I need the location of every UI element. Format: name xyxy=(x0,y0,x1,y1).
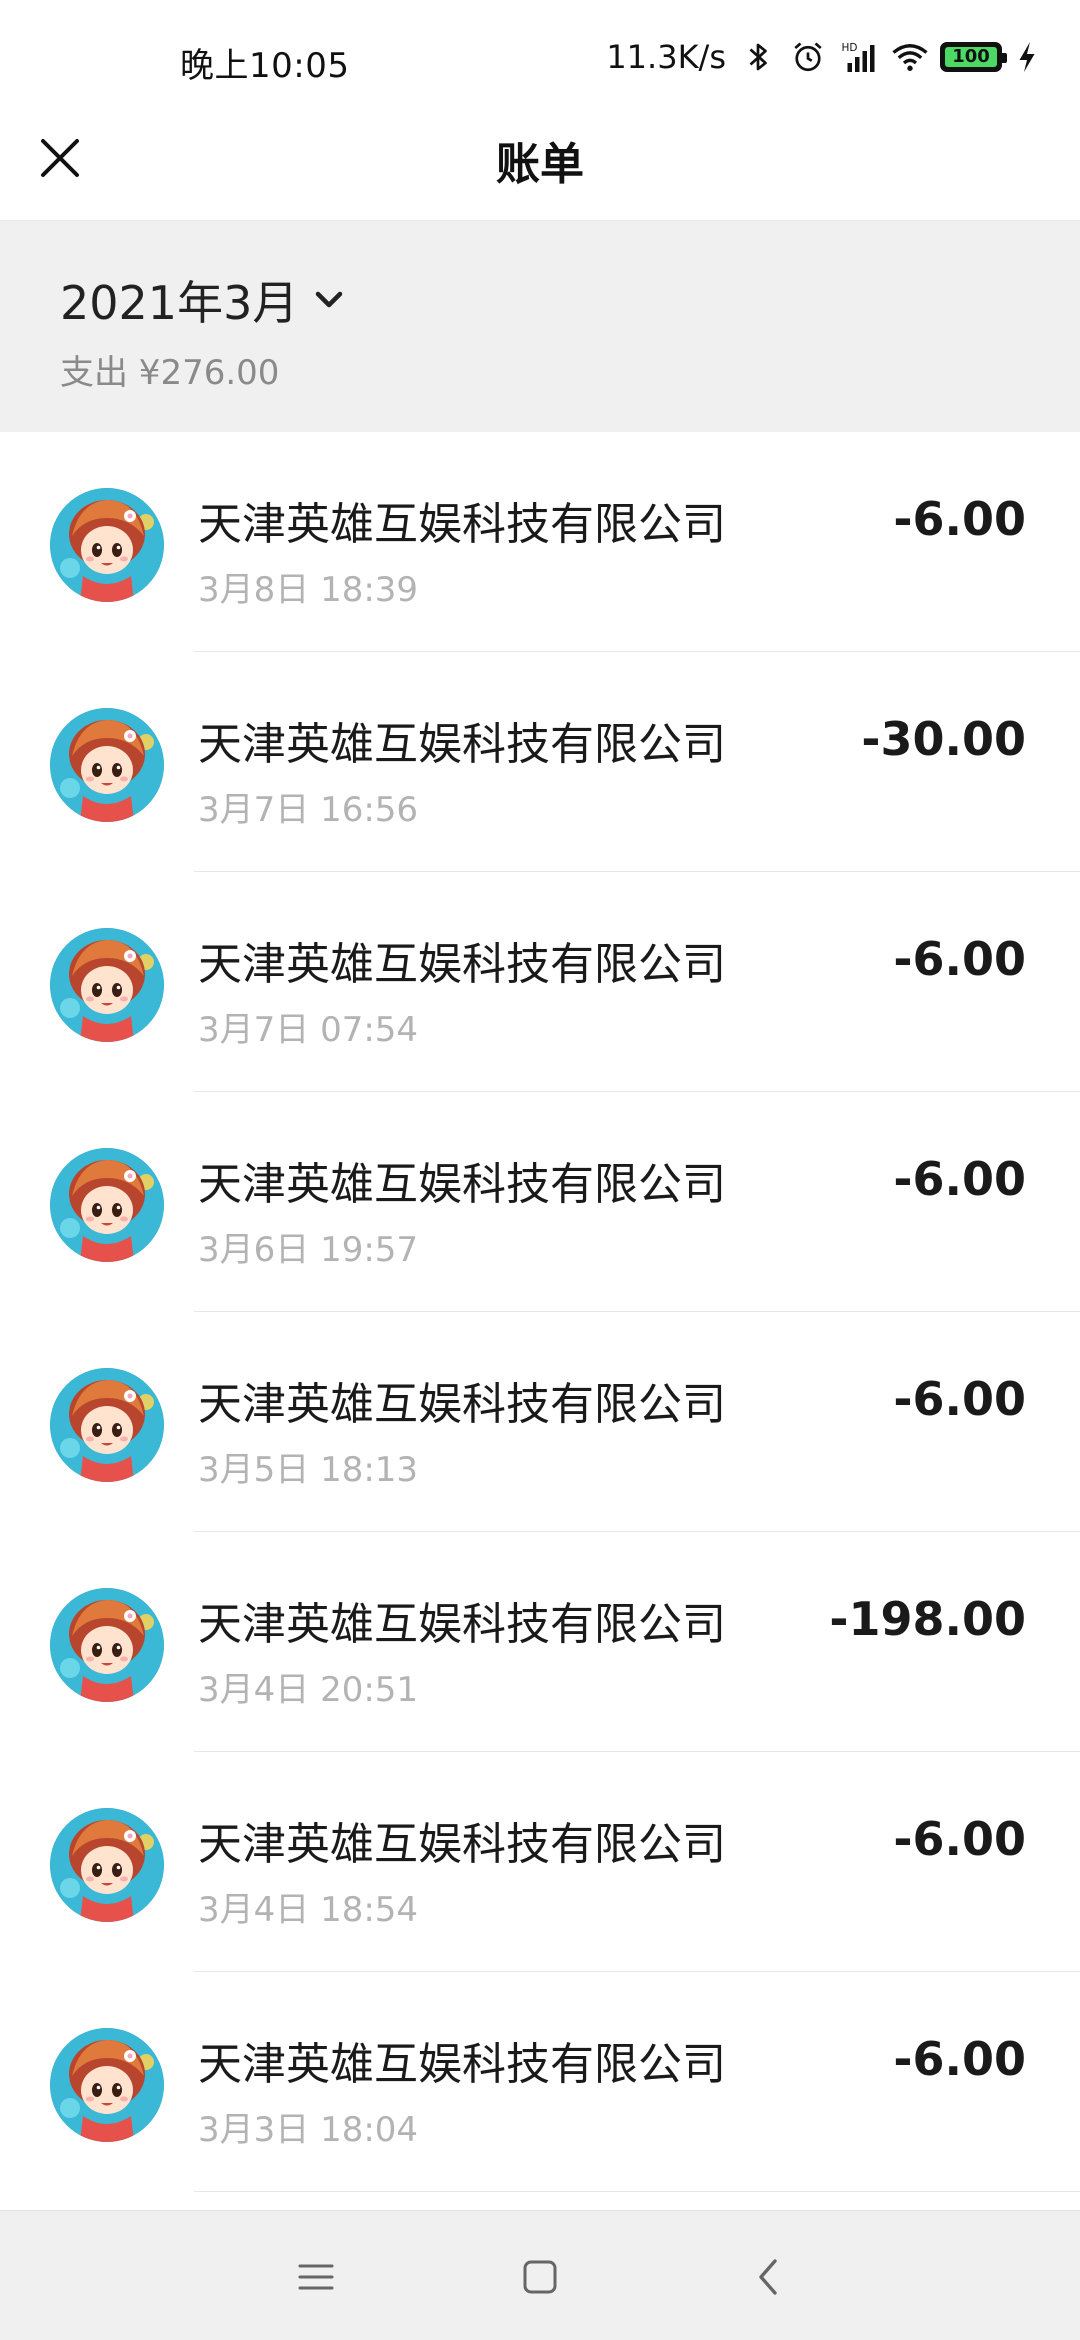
back-icon xyxy=(759,2259,777,2295)
bill-time: 3月4日 20:51 xyxy=(198,1670,419,1710)
bill-time: 3月5日 18:13 xyxy=(198,1450,419,1490)
net-speed: 11.3K/s xyxy=(606,38,726,76)
menu-icon xyxy=(298,2264,334,2290)
merchant-avatar xyxy=(50,708,164,822)
merchant-name: 天津英雄互娱科技有限公司 xyxy=(198,499,726,550)
signal-hd-icon: HD xyxy=(840,39,876,75)
status-time: 晚上10:05 xyxy=(180,46,350,86)
bill-row[interactable]: 天津英雄互娱科技有限公司 3月6日 19:57 -6.00 xyxy=(0,1092,1080,1312)
month-selector[interactable]: 2021年3月 xyxy=(60,267,346,333)
bill-amount: -6.00 xyxy=(893,2032,1026,2086)
month-expense: 支出 ¥276.00 xyxy=(60,353,280,393)
merchant-avatar xyxy=(50,928,164,1042)
month-header: 2021年3月 支出 ¥276.00 xyxy=(0,221,1080,432)
bill-amount: -30.00 xyxy=(861,712,1026,766)
merchant-name: 天津英雄互娱科技有限公司 xyxy=(198,939,726,990)
merchant-avatar xyxy=(50,2028,164,2142)
screen: 晚上10:05 11.3K/s HD 100 账单 2021年3月 支出 ¥27… xyxy=(0,0,1080,2340)
merchant-avatar xyxy=(50,1588,164,1702)
bill-time: 3月7日 16:56 xyxy=(198,790,419,830)
bill-row[interactable]: 天津英雄互娱科技有限公司 3月7日 16:56 -30.00 xyxy=(0,652,1080,872)
bill-row[interactable]: 天津英雄互娱科技有限公司 3月4日 20:51 -198.00 xyxy=(0,1532,1080,1752)
merchant-avatar xyxy=(50,488,164,602)
status-icons: 11.3K/s HD 100 xyxy=(606,34,1038,80)
home-icon xyxy=(523,2260,557,2294)
bill-amount: -6.00 xyxy=(893,1372,1026,1426)
bill-amount: -6.00 xyxy=(893,1812,1026,1866)
battery-level: 100 xyxy=(945,47,997,67)
bill-row[interactable]: 天津英雄互娱科技有限公司 3月7日 07:54 -6.00 xyxy=(0,872,1080,1092)
merchant-name: 天津英雄互娱科技有限公司 xyxy=(198,719,726,770)
bill-time: 3月7日 07:54 xyxy=(198,1010,419,1050)
bill-row[interactable]: 天津英雄互娱科技有限公司 3月3日 18:04 -6.00 xyxy=(0,1972,1080,2192)
charging-icon xyxy=(1016,39,1038,75)
month-label: 2021年3月 xyxy=(60,276,299,330)
bill-row[interactable]: 天津英雄互娱科技有限公司 3月5日 18:13 -6.00 xyxy=(0,1312,1080,1532)
home-button[interactable] xyxy=(510,2247,570,2307)
merchant-name: 天津英雄互娱科技有限公司 xyxy=(198,1379,726,1430)
row-divider xyxy=(194,2191,1080,2192)
bill-time: 3月3日 18:04 xyxy=(198,2110,419,2150)
bluetooth-icon xyxy=(740,39,776,75)
merchant-avatar xyxy=(50,1368,164,1482)
bill-row[interactable]: 天津英雄互娱科技有限公司 3月4日 18:54 -6.00 xyxy=(0,1752,1080,1972)
navigation-bar xyxy=(0,2210,1080,2340)
svg-text:HD: HD xyxy=(842,42,858,54)
back-button[interactable] xyxy=(738,2247,798,2307)
bill-time: 3月6日 19:57 xyxy=(198,1230,419,1270)
merchant-avatar xyxy=(50,1808,164,1922)
bill-amount: -6.00 xyxy=(893,1152,1026,1206)
bill-amount: -6.00 xyxy=(893,492,1026,546)
chevron-down-icon xyxy=(316,291,343,308)
battery-icon: 100 xyxy=(940,42,1007,72)
wifi-icon xyxy=(890,39,928,75)
menu-button[interactable] xyxy=(286,2247,346,2307)
merchant-name: 天津英雄互娱科技有限公司 xyxy=(198,2039,726,2090)
merchant-name: 天津英雄互娱科技有限公司 xyxy=(198,1159,726,1210)
merchant-name: 天津英雄互娱科技有限公司 xyxy=(198,1819,726,1870)
page-title: 账单 xyxy=(496,139,584,190)
title-bar: 账单 xyxy=(0,100,1080,221)
alarm-icon xyxy=(790,39,826,75)
bill-list[interactable]: 天津英雄互娱科技有限公司 3月8日 18:39 -6.00 天津英雄互娱科技有限公司 3… xyxy=(0,432,1080,2210)
bill-time: 3月4日 18:54 xyxy=(198,1890,419,1930)
bill-time: 3月8日 18:39 xyxy=(198,570,419,610)
merchant-avatar xyxy=(50,1148,164,1262)
bill-row[interactable]: 天津英雄互娱科技有限公司 3月8日 18:39 -6.00 xyxy=(0,432,1080,652)
merchant-name: 天津英雄互娱科技有限公司 xyxy=(198,1599,726,1650)
bill-amount: -198.00 xyxy=(829,1592,1026,1646)
bill-amount: -6.00 xyxy=(893,932,1026,986)
